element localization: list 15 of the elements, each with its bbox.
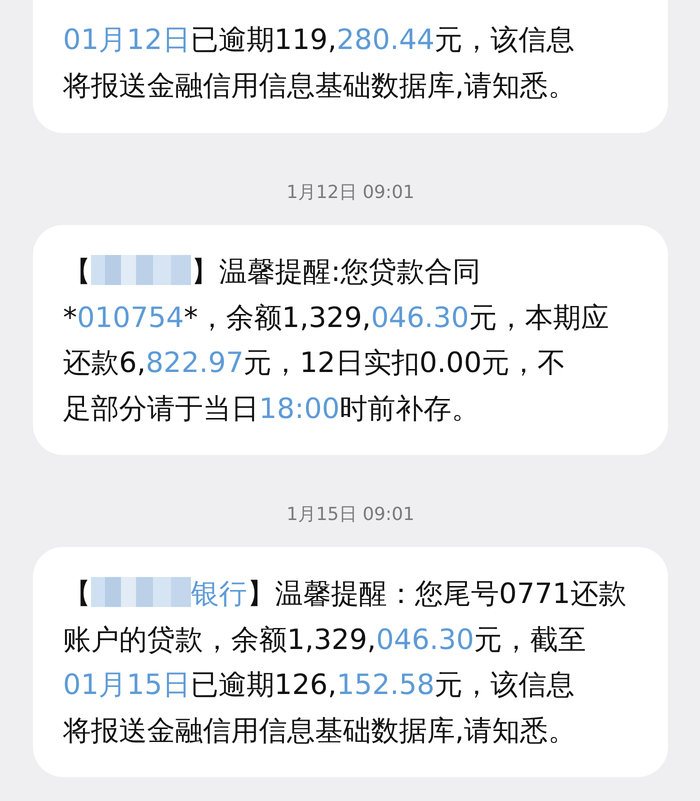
- detected-link[interactable]: 18:00: [259, 392, 340, 424]
- detected-link[interactable]: 01月15日: [63, 668, 190, 701]
- detected-link[interactable]: 046.30: [370, 300, 469, 334]
- message-text: 【 银行】温馨提醒：您尾号0771还款 账户的贷款，余额1,329,046.30元，截至 01月15日 已逾期126,152.58元，该信息 将报送金融信用信息基础数据库,请知悉。: [63, 576, 628, 748]
- message-text: 01月12日 已逾期119,280.44元，该信息 将报送金融信用信息基础数据库,请知悉。: [63, 22, 577, 104]
- detected-link[interactable]: 046.30: [376, 622, 474, 656]
- message-timestamp: 1月15日 09:01: [286, 503, 416, 527]
- detected-link[interactable]: 280.44: [336, 23, 435, 56]
- detected-link[interactable]: 822.97: [146, 346, 244, 379]
- message-timestamp: 1月12日 09:01: [286, 181, 416, 205]
- detected-link[interactable]: 银行: [191, 577, 247, 610]
- message-text: 【 】温馨提醒:您贷款合同 *010754*，余额1,329,046.30元，本期应 还款6,822.97元，12日实扣0.00元，不 足部分请于当日 18:00时前补存。: [63, 254, 610, 426]
- detected-link[interactable]: 010754: [77, 300, 184, 334]
- detected-link[interactable]: 01月12日: [63, 23, 190, 56]
- detected-link[interactable]: 152.58: [336, 668, 435, 701]
